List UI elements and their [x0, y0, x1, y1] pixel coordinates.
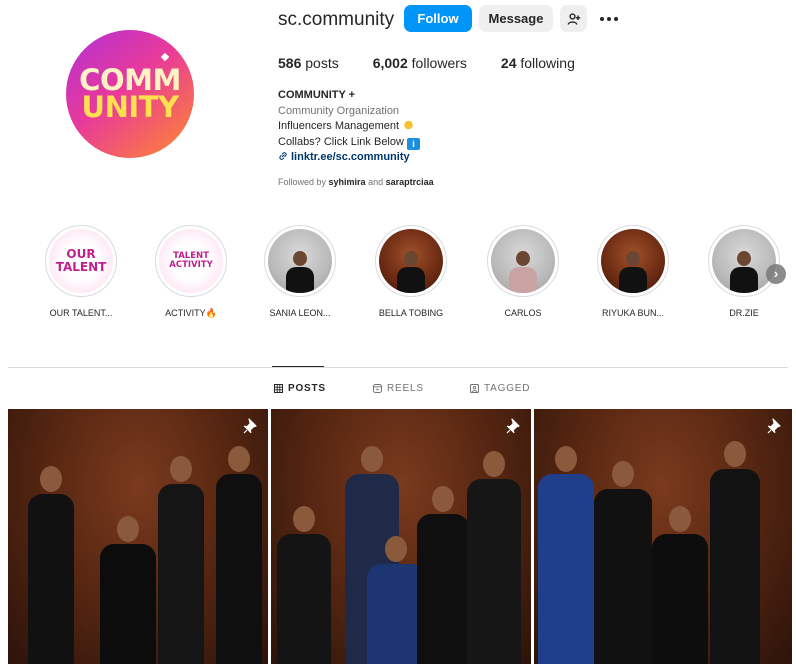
- posts-count-label: posts: [305, 55, 339, 71]
- reels-icon: [373, 384, 382, 393]
- tagged-icon: [470, 384, 479, 393]
- highlight-label: BELLA TOBING: [378, 308, 444, 318]
- active-tab-indicator: [272, 366, 324, 367]
- bio-line: Collabs? Click Link Below i: [278, 135, 434, 151]
- highlight-label: OUR TALENT...: [49, 308, 113, 318]
- followed-by[interactable]: Followed by syhimira and saraptrciaa: [278, 175, 434, 191]
- followers-count[interactable]: 6,002 followers: [373, 55, 467, 71]
- tab-tagged[interactable]: TAGGED: [470, 383, 530, 394]
- tab-posts-label: POSTS: [288, 383, 326, 394]
- highlight-cover: [264, 225, 336, 297]
- person-figure: [277, 506, 331, 664]
- highlight-our-talent[interactable]: OUR TALENT OUR TALENT...: [26, 225, 136, 318]
- suggested-users-button[interactable]: [560, 5, 587, 32]
- highlight-cover: [597, 225, 669, 297]
- person-photo: [509, 251, 537, 293]
- post-thumbnail[interactable]: [271, 409, 531, 664]
- profile-avatar[interactable]: COMM UNITY: [66, 30, 194, 158]
- highlight-label: DR.ZIE: [729, 308, 759, 318]
- following-count[interactable]: 24 following: [501, 55, 575, 71]
- person-figure: [28, 466, 74, 664]
- highlight-carlos[interactable]: CARLOS: [468, 225, 578, 318]
- highlight-bella-tobing[interactable]: BELLA TOBING: [356, 225, 466, 318]
- post-thumbnail[interactable]: [534, 409, 792, 664]
- highlight-sania-leon[interactable]: SANIA LEON...: [245, 225, 355, 318]
- followers-count-label: followers: [411, 55, 467, 71]
- link-icon: [279, 152, 287, 160]
- highlight-cover: OUR TALENT: [45, 225, 117, 297]
- add-user-icon: [567, 12, 580, 25]
- person-figure: [100, 516, 156, 664]
- person-figure: [594, 461, 652, 664]
- profile-category: Community Organization: [278, 104, 400, 117]
- profile-display-name: COMMUNITY +: [278, 89, 356, 101]
- pinned-icon: [243, 418, 257, 434]
- highlight-cover: TALENT ACTIVITY: [155, 225, 227, 297]
- bio-line: Influencers Management: [278, 119, 434, 135]
- posts-count-value: 586: [278, 55, 302, 71]
- pinned-icon: [767, 418, 781, 434]
- person-figure: [710, 441, 760, 664]
- person-figure: [467, 451, 521, 664]
- tab-posts[interactable]: POSTS: [274, 383, 326, 394]
- posts-count: 586 posts: [278, 55, 339, 71]
- more-options-button[interactable]: [594, 5, 624, 32]
- avatar-logo-text: UNITY: [81, 90, 179, 124]
- followed-by-user[interactable]: syhimira: [329, 177, 366, 187]
- highlight-cover: [375, 225, 447, 297]
- person-photo: [619, 251, 647, 293]
- grid-icon: [274, 384, 283, 393]
- post-thumbnail[interactable]: [8, 409, 268, 664]
- tab-tagged-label: TAGGED: [484, 383, 531, 394]
- tabs-divider: [8, 367, 788, 368]
- followers-count-value: 6,002: [372, 55, 408, 71]
- highlight-label: ACTIVITY🔥: [165, 308, 217, 318]
- highlights-next-button[interactable]: ›: [766, 264, 786, 284]
- chevron-right-icon: ›: [773, 266, 779, 281]
- following-count-value: 24: [500, 55, 517, 71]
- profile-stats: 586 posts 6,002 followers 24 following: [278, 55, 609, 71]
- person-figure: [216, 446, 262, 664]
- person-figure: [538, 446, 594, 664]
- highlight-label: CARLOS: [504, 308, 542, 318]
- highlight-cover-text: TALENT ACTIVITY: [169, 251, 213, 270]
- highlight-cover: [487, 225, 559, 297]
- message-button[interactable]: Message: [479, 5, 553, 32]
- bio-link[interactable]: linktr.ee/sc.community: [278, 150, 434, 166]
- person-figure: [417, 486, 469, 664]
- star-emoji-icon: [402, 119, 416, 131]
- sparkle-icon: [160, 52, 170, 62]
- person-figure: [158, 456, 204, 664]
- tab-reels-label: REELS: [387, 383, 424, 394]
- person-photo: [286, 251, 314, 293]
- tab-reels[interactable]: REELS: [373, 383, 424, 394]
- profile-bio: COMMUNITY + Community Organization Influ…: [278, 88, 434, 190]
- highlight-activity[interactable]: TALENT ACTIVITY ACTIVITY🔥: [136, 225, 246, 319]
- followed-by-user[interactable]: saraptrciaa: [386, 177, 434, 187]
- bio-link-text[interactable]: linktr.ee/sc.community: [291, 151, 410, 163]
- highlight-cover-text: OUR TALENT: [55, 247, 107, 274]
- profile-username: sc.community: [278, 9, 395, 30]
- person-figure: [652, 506, 708, 664]
- follow-button[interactable]: Follow: [404, 5, 472, 32]
- highlight-label: RIYUKA BUN...: [601, 308, 664, 318]
- info-emoji-icon: i: [407, 137, 421, 150]
- following-count-label: following: [520, 55, 575, 71]
- highlight-cover: [708, 225, 780, 297]
- pinned-icon: [506, 418, 520, 434]
- person-photo: [397, 251, 425, 293]
- person-photo: [730, 251, 758, 293]
- highlight-label: SANIA LEON...: [269, 308, 331, 318]
- highlight-riyuka-bun[interactable]: RIYUKA BUN...: [578, 225, 688, 318]
- more-options-icon: [600, 16, 618, 21]
